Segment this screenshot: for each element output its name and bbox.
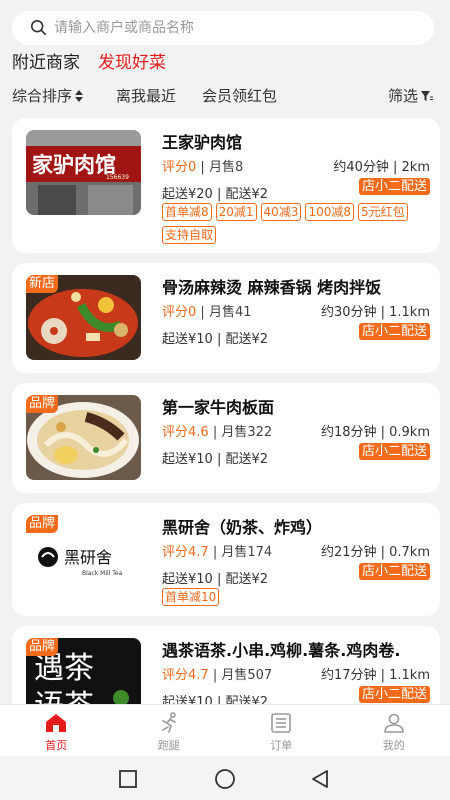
promo-tag: 40减3 bbox=[260, 203, 302, 221]
nav-profile-label: 我的 bbox=[382, 739, 405, 752]
nav-errand[interactable]: 跑腿 bbox=[113, 705, 226, 756]
shop-image: 黑研舍 Black Mill Tea 品牌 bbox=[26, 515, 141, 600]
delivery-badge: 店小二配送 bbox=[358, 323, 430, 340]
home-circle-icon[interactable] bbox=[214, 769, 236, 789]
nav-errand-label: 跑腿 bbox=[157, 739, 180, 752]
delivery-badge: 店小二配送 bbox=[358, 178, 430, 195]
system-nav-bar bbox=[0, 756, 450, 800]
promo-tags: 首单减10 bbox=[162, 588, 422, 606]
shop-rating: 评分4.7 | 月售174 bbox=[162, 545, 273, 560]
shop-min-order: 起送¥20 | 配送¥2 bbox=[162, 187, 268, 202]
shop-image: 家驴肉馆 156639 bbox=[26, 130, 141, 215]
shop-card[interactable]: 遇茶 语茶 品牌 遇茶语茶.小串.鸡柳.薯条.鸡肉卷. 评分4.7 | 月售50… bbox=[12, 626, 440, 704]
shop-list: 家驴肉馆 156639 王家驴肉馆 评分0 | 月售8 约40分钟 | 2km … bbox=[0, 0, 450, 704]
shop-image: 品牌 bbox=[26, 395, 141, 480]
shop-min-order: 起送¥10 | 配送¥2 bbox=[162, 695, 268, 704]
nav-orders[interactable]: 订单 bbox=[225, 705, 338, 756]
shop-image: 新店 bbox=[26, 275, 141, 360]
brand-badge: 品牌 bbox=[26, 395, 59, 413]
shop-rating: 评分4.6 | 月售322 bbox=[162, 425, 273, 440]
storefront-sign-text: 家驴肉馆 bbox=[32, 153, 116, 177]
bottom-nav: 首页 跑腿 订单 我的 bbox=[0, 704, 450, 756]
promo-tag: 100减8 bbox=[305, 203, 354, 221]
shop-min-order: 起送¥10 | 配送¥2 bbox=[162, 572, 268, 587]
back-triangle-icon[interactable] bbox=[310, 769, 330, 789]
delivery-badge: 店小二配送 bbox=[358, 443, 430, 460]
nav-profile[interactable]: 我的 bbox=[338, 705, 450, 756]
shop-card[interactable]: 家驴肉馆 156639 王家驴肉馆 评分0 | 月售8 约40分钟 | 2km … bbox=[12, 118, 440, 253]
home-icon bbox=[46, 714, 67, 732]
shop-min-order: 起送¥10 | 配送¥2 bbox=[162, 452, 268, 467]
storefront-phone-text: 156639 bbox=[106, 174, 129, 181]
shop-time-distance: 约17分钟 | 1.1km bbox=[320, 668, 430, 683]
shop-min-order: 起送¥10 | 配送¥2 bbox=[162, 332, 268, 347]
shop-rating: 评分0 | 月售8 bbox=[162, 160, 244, 175]
nav-orders-label: 订单 bbox=[270, 739, 293, 752]
promo-tag: 20减1 bbox=[215, 203, 257, 221]
shop-name: 王家驴肉馆 bbox=[162, 133, 243, 152]
shop-card[interactable]: 黑研舍 Black Mill Tea 品牌 黑研舍（奶茶、炸鸡） 评分4.7 |… bbox=[12, 503, 440, 616]
promo-tag: 首单减10 bbox=[162, 588, 220, 606]
shop-name: 骨汤麻辣烫 麻辣香锅 烤肉拌饭 bbox=[162, 278, 382, 297]
logo-subtext: Black Mill Tea bbox=[82, 570, 123, 577]
promo-tag: 首单减8 bbox=[162, 203, 212, 221]
tea-sign-line2: 语茶 bbox=[34, 689, 94, 704]
nav-home-label: 首页 bbox=[45, 739, 68, 752]
promo-tag: 支持自取 bbox=[162, 226, 217, 244]
recent-apps-icon[interactable] bbox=[118, 769, 138, 789]
shop-time-distance: 约18分钟 | 0.9km bbox=[320, 425, 430, 440]
delivery-badge: 店小二配送 bbox=[358, 686, 430, 703]
delivery-badge: 店小二配送 bbox=[358, 563, 430, 580]
shop-card[interactable]: 品牌 第一家牛肉板面 评分4.6 | 月售322 约18分钟 | 0.9km 起… bbox=[12, 383, 440, 493]
shop-time-distance: 约40分钟 | 2km bbox=[333, 160, 430, 175]
user-icon bbox=[383, 713, 404, 733]
promo-tag: 5元红包 bbox=[358, 203, 408, 221]
shop-name: 黑研舍（奶茶、炸鸡） bbox=[162, 518, 323, 537]
nav-home[interactable]: 首页 bbox=[0, 705, 113, 756]
shop-rating: 评分4.7 | 月售507 bbox=[162, 668, 273, 683]
promo-tags: 首单减8 20减1 40减3 100减8 5元红包 支持自取 bbox=[162, 203, 422, 244]
new-shop-badge: 新店 bbox=[26, 275, 59, 293]
logo-text: 黑研舍 bbox=[64, 548, 112, 567]
order-list-icon bbox=[271, 713, 292, 733]
shop-time-distance: 约21分钟 | 0.7km bbox=[320, 545, 430, 560]
shop-name: 遇茶语茶.小串.鸡柳.薯条.鸡肉卷. bbox=[162, 641, 401, 660]
shop-time-distance: 约30分钟 | 1.1km bbox=[320, 305, 430, 320]
tea-sign-line1: 遇茶 bbox=[34, 651, 94, 686]
runner-icon bbox=[161, 712, 176, 733]
shop-rating: 评分0 | 月售41 bbox=[162, 305, 252, 320]
shop-image: 遇茶 语茶 品牌 bbox=[26, 638, 141, 704]
shop-card[interactable]: 新店 骨汤麻辣烫 麻辣香锅 烤肉拌饭 评分0 | 月售41 约30分钟 | 1.… bbox=[12, 263, 440, 373]
brand-badge: 品牌 bbox=[26, 515, 59, 533]
brand-badge: 品牌 bbox=[26, 638, 59, 656]
shop-name: 第一家牛肉板面 bbox=[162, 398, 275, 417]
